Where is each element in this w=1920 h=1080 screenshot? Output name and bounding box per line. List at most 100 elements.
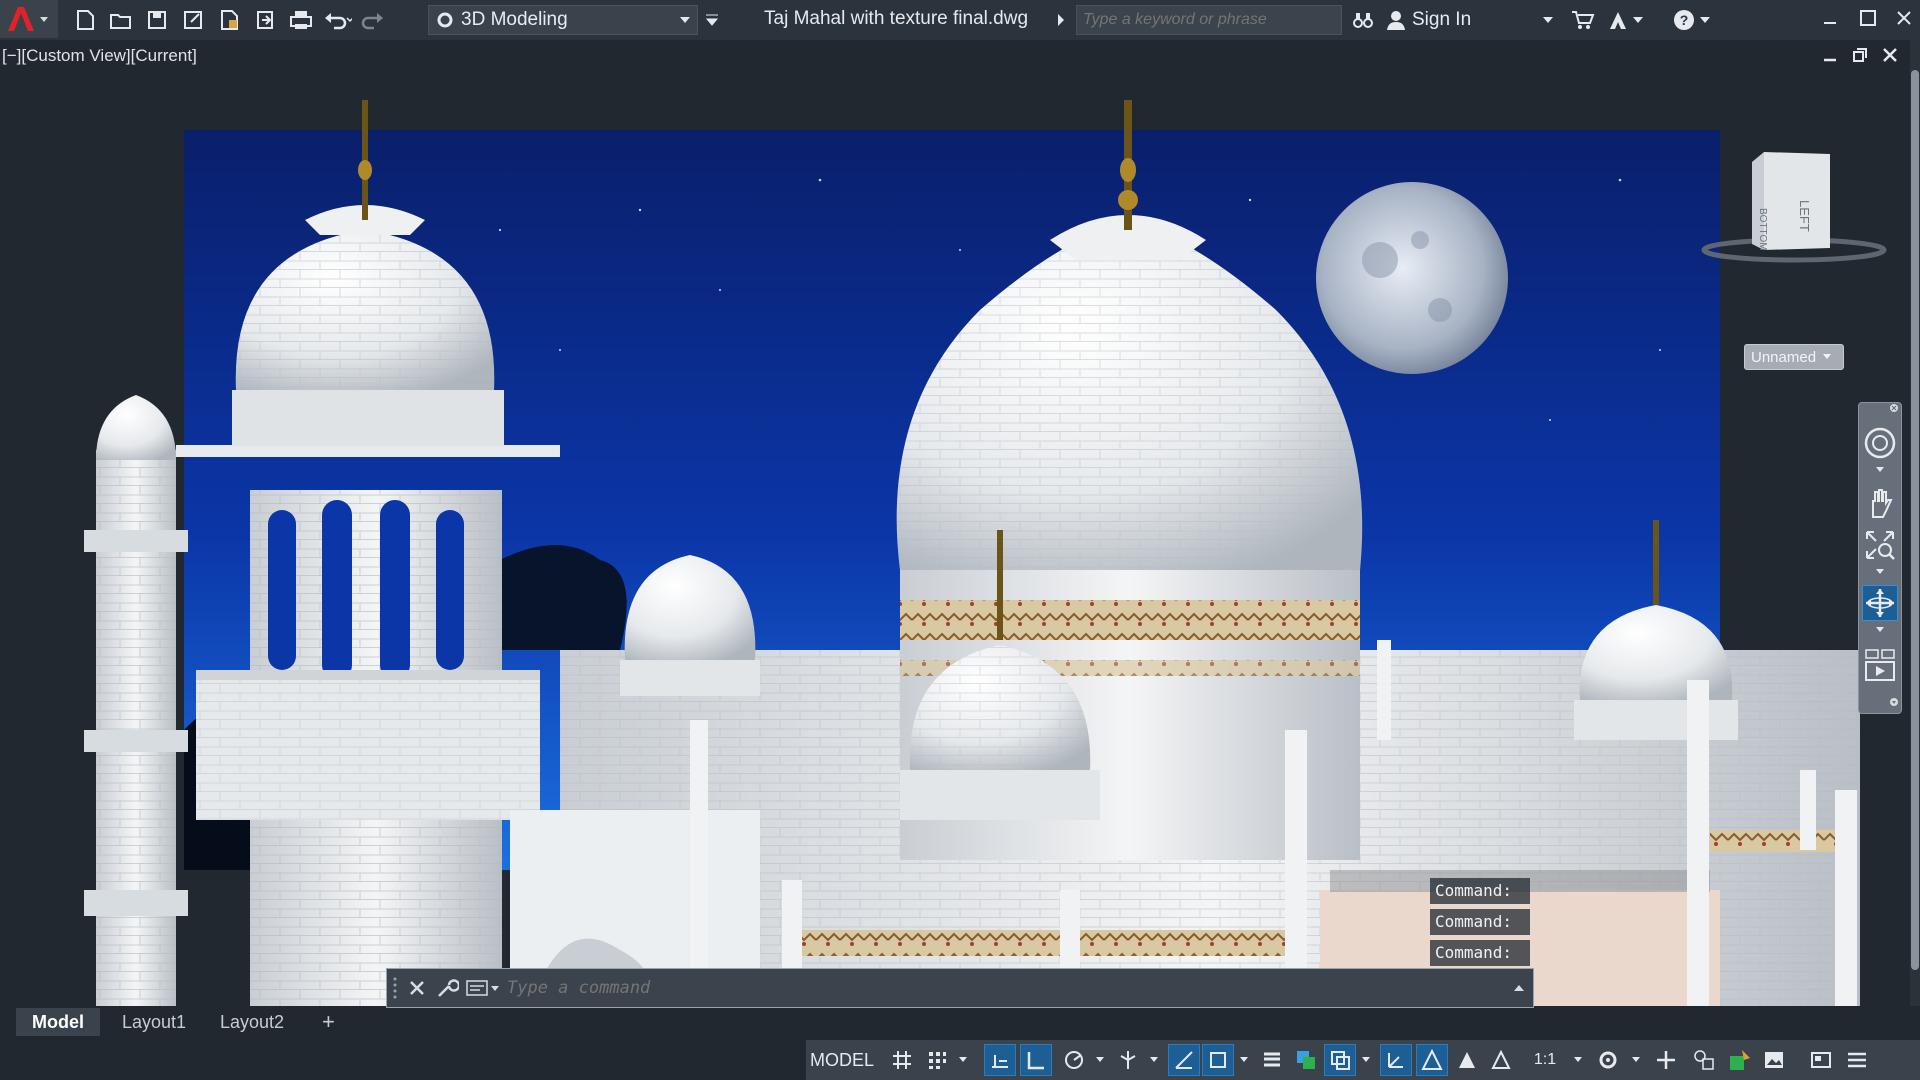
close-icon[interactable] xyxy=(1887,401,1901,415)
annotation-monitor-plus-icon[interactable] xyxy=(1650,1044,1682,1076)
save-icon[interactable] xyxy=(140,3,174,37)
redo-icon[interactable] xyxy=(356,3,390,37)
help-icon[interactable]: ? xyxy=(1670,5,1714,35)
navbar-options-icon[interactable] xyxy=(1887,695,1901,709)
dynamic-ucs-icon[interactable] xyxy=(1380,1044,1412,1076)
workspace-switcher[interactable]: 3D Modeling xyxy=(428,5,698,35)
sign-in-button[interactable]: Sign In xyxy=(1386,5,1471,35)
polar-tracking-icon[interactable] xyxy=(1058,1044,1090,1076)
application-menu-button[interactable] xyxy=(0,0,58,38)
recent-commands-icon[interactable] xyxy=(465,977,499,999)
chevron-down-icon[interactable] xyxy=(1092,1044,1108,1076)
showmotion-icon[interactable] xyxy=(1862,647,1898,683)
hardware-acceleration-icon[interactable] xyxy=(1724,1044,1756,1076)
tab-model[interactable]: Model xyxy=(16,1008,100,1036)
minimize-drawing-icon[interactable] xyxy=(1822,46,1838,64)
chevron-down-icon[interactable] xyxy=(1236,1044,1252,1076)
command-history-line: Command: xyxy=(1430,878,1530,904)
search-input[interactable] xyxy=(1076,5,1342,35)
chevron-down-icon xyxy=(1823,354,1832,359)
chevron-down-icon[interactable] xyxy=(1628,1044,1644,1076)
model-space-toggle[interactable]: MODEL xyxy=(806,1044,878,1076)
new-icon[interactable] xyxy=(68,3,102,37)
scrollbar-thumb[interactable] xyxy=(1911,70,1919,970)
autocad-window: 3D Modeling Taj Mahal with texture final… xyxy=(0,0,1920,1080)
annotation-scale-value[interactable]: 1:1 xyxy=(1522,1044,1568,1076)
pan-hand-icon[interactable] xyxy=(1862,485,1898,521)
isodraft-icon[interactable] xyxy=(1112,1044,1144,1076)
viewcube-bottom-label[interactable]: BOTTOM xyxy=(1757,208,1768,251)
object-snap-icon[interactable] xyxy=(1202,1044,1234,1076)
command-input[interactable] xyxy=(499,969,1505,1007)
steering-wheel-icon[interactable] xyxy=(1862,425,1898,461)
command-history: Command: Command: Command: xyxy=(1430,878,1530,971)
cart-icon[interactable] xyxy=(1568,5,1598,35)
snap-mode-icon[interactable] xyxy=(922,1044,952,1076)
annotation-scale-icon[interactable] xyxy=(1486,1044,1516,1076)
gear-icon xyxy=(437,12,453,28)
chevron-down-icon[interactable] xyxy=(1862,463,1898,477)
customization-menu-icon[interactable] xyxy=(1842,1044,1872,1076)
selection-cycling-icon[interactable] xyxy=(1324,1044,1356,1076)
isolate-objects-icon[interactable] xyxy=(1688,1044,1720,1076)
workspace-switching-gear-icon[interactable] xyxy=(1592,1044,1624,1076)
chevron-down-icon[interactable] xyxy=(1146,1044,1162,1076)
lineweight-icon[interactable] xyxy=(1256,1044,1288,1076)
drawing-area[interactable]: [−][Custom View][Current] BOTTOM LEFT Un… xyxy=(0,40,1920,1006)
sign-in-label: Sign In xyxy=(1412,9,1472,30)
drawing-window-controls xyxy=(1822,46,1898,64)
autocad-logo-icon xyxy=(8,7,48,31)
chevron-down-icon[interactable] xyxy=(1862,565,1898,579)
chevron-down-icon[interactable] xyxy=(1538,5,1558,35)
restore-drawing-icon[interactable] xyxy=(1852,46,1868,64)
chevron-down-icon[interactable] xyxy=(1358,1044,1374,1076)
auto-scale-icon[interactable] xyxy=(1452,1044,1482,1076)
document-title: Taj Mahal with texture final.dwg xyxy=(764,8,1029,29)
undo-icon[interactable] xyxy=(320,3,354,37)
tab-layout2[interactable]: Layout2 xyxy=(204,1008,300,1036)
ortho-mode-icon[interactable] xyxy=(1020,1044,1052,1076)
save-as-icon[interactable] xyxy=(176,3,210,37)
binoculars-icon[interactable] xyxy=(1348,5,1378,35)
vertical-scrollbar[interactable] xyxy=(1910,40,1920,1006)
chevron-down-icon[interactable] xyxy=(1862,623,1898,637)
svg-text:?: ? xyxy=(1680,12,1689,28)
minimize-window-icon[interactable] xyxy=(1816,3,1844,33)
infer-constraints-icon[interactable] xyxy=(984,1044,1016,1076)
title-bar: 3D Modeling Taj Mahal with texture final… xyxy=(0,0,1920,40)
grid-icon[interactable] xyxy=(886,1044,918,1076)
transparency-icon[interactable] xyxy=(1290,1044,1322,1076)
tab-layout1[interactable]: Layout1 xyxy=(106,1008,202,1036)
viewcube-left-label[interactable]: LEFT xyxy=(1797,200,1812,232)
save-to-web-icon[interactable] xyxy=(248,3,282,37)
chevron-down-icon xyxy=(680,17,690,23)
orbit-icon[interactable] xyxy=(1862,585,1898,621)
grip-handle-icon[interactable] xyxy=(391,973,399,1003)
chevron-down-icon[interactable] xyxy=(954,1044,972,1076)
chevron-down-icon[interactable] xyxy=(1570,1044,1586,1076)
add-layout-icon[interactable]: + xyxy=(306,1008,351,1036)
clean-screen-icon[interactable] xyxy=(1758,1044,1790,1076)
maximize-window-icon[interactable] xyxy=(1854,3,1882,33)
command-line-tools xyxy=(387,969,499,1007)
close-drawing-icon[interactable] xyxy=(1882,46,1898,64)
open-icon[interactable] xyxy=(104,3,138,37)
object-snap-tracking-icon[interactable] xyxy=(1168,1044,1200,1076)
close-icon[interactable] xyxy=(405,976,428,1000)
viewport-controls-label[interactable]: [−][Custom View][Current] xyxy=(2,46,197,66)
taj-mahal-3d-render xyxy=(84,100,1860,1006)
annotation-visibility-icon[interactable] xyxy=(1416,1044,1448,1076)
command-history-toggle-icon[interactable] xyxy=(1505,969,1533,1007)
chevron-right-icon[interactable] xyxy=(1054,8,1068,32)
customize-qat-icon[interactable] xyxy=(700,5,724,35)
viewport-scale-icon[interactable] xyxy=(1806,1044,1836,1076)
status-bar: MODEL 1:1 xyxy=(0,1038,1920,1080)
named-view-dropdown[interactable]: Unnamed xyxy=(1744,344,1844,370)
autodesk-a360-icon[interactable] xyxy=(1604,5,1648,35)
close-window-icon[interactable] xyxy=(1890,3,1918,33)
zoom-extents-icon[interactable] xyxy=(1862,527,1898,563)
plot-icon[interactable] xyxy=(284,3,318,37)
open-from-web-icon[interactable] xyxy=(212,3,246,37)
wrench-icon[interactable] xyxy=(434,975,459,1001)
viewcube[interactable]: BOTTOM LEFT xyxy=(1700,140,1890,270)
